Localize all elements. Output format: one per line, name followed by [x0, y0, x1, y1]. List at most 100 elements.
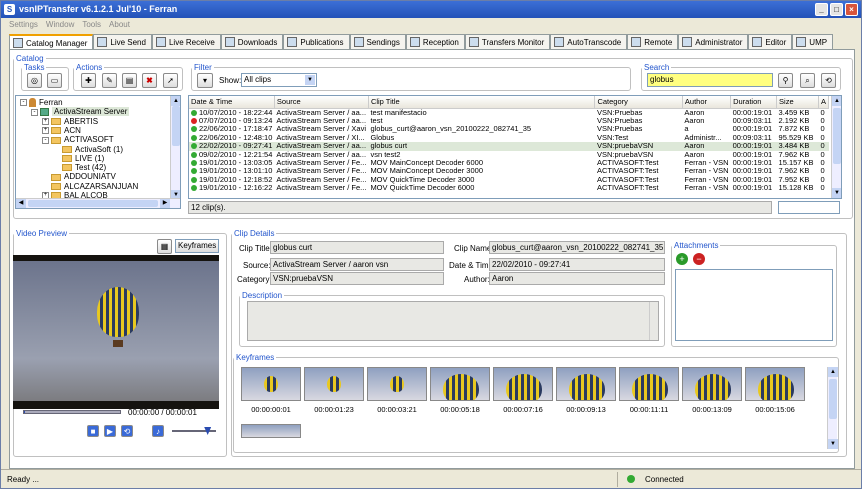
description-scrollbar[interactable]	[649, 302, 658, 340]
tree-scrollbar[interactable]: ▲ ▼	[170, 96, 180, 200]
filter-options-button[interactable]: ▾	[197, 73, 213, 88]
search-button[interactable]: ⚲	[778, 73, 793, 88]
tab-live-receive[interactable]: Live Receive	[151, 34, 221, 49]
keyframes-scrollbar[interactable]: ▲ ▼	[827, 367, 838, 449]
hscroll-thumb[interactable]	[28, 200, 158, 207]
clear-search-button[interactable]: ⟲	[821, 73, 836, 88]
tab-ump[interactable]: UMP	[792, 34, 834, 49]
tree-node[interactable]: ADDOUNIATV	[42, 172, 116, 181]
tree-node[interactable]: ALCAZARSANJUAN	[42, 182, 138, 191]
menu-settings[interactable]: Settings	[9, 18, 38, 31]
menu-about[interactable]: About	[109, 18, 130, 31]
table-row[interactable]: 22/06/2010 - 12:48:10 ActivaStream Server…	[189, 134, 829, 142]
table-row[interactable]: 09/02/2010 - 12:21:54 ActivaStream Server…	[189, 151, 829, 159]
collapse-icon[interactable]: -	[20, 99, 27, 107]
task-refresh-button[interactable]: ◎	[27, 73, 42, 88]
keyframe-thumbnail[interactable]	[493, 367, 553, 401]
column-header[interactable]: A	[818, 96, 830, 109]
send-clip-button[interactable]: ➚	[163, 73, 178, 88]
play-button[interactable]: ▶	[104, 425, 116, 437]
column-header[interactable]: Duration	[730, 96, 778, 109]
keyframe-thumbnail[interactable]	[241, 367, 301, 401]
seek-bar[interactable]	[23, 410, 121, 414]
remove-attachment-button[interactable]: −	[693, 253, 705, 265]
task-view-button[interactable]: ▭	[47, 73, 62, 88]
keyframe-thumbnail[interactable]	[304, 367, 364, 401]
mute-button[interactable]: ♪	[152, 425, 164, 437]
loop-button[interactable]: ⟲	[121, 425, 133, 437]
category-field[interactable]: VSN:pruebaVSN	[270, 272, 444, 285]
scroll-up-icon[interactable]: ▲	[171, 96, 180, 106]
tab-remote[interactable]: Remote	[627, 34, 679, 49]
keyframes-strip[interactable]: 00:00:00:01 00:00:01:23 00:00:03:21 00:00:0…	[233, 363, 829, 438]
kf-scroll-thumb[interactable]	[829, 379, 837, 419]
maximize-button[interactable]: □	[830, 3, 843, 16]
keyframe-thumbnail[interactable]	[556, 367, 616, 401]
tree-node[interactable]: Test (42)	[53, 163, 106, 172]
table-row[interactable]: 22/06/2010 - 17:18:47 ActivaStream Server…	[189, 125, 829, 133]
collapse-icon[interactable]: -	[31, 108, 38, 116]
column-header[interactable]: Size	[776, 96, 819, 109]
tab-autotranscode[interactable]: AutoTranscode	[550, 34, 628, 49]
delete-clip-button[interactable]: ✖	[142, 73, 157, 88]
minimize-button[interactable]: _	[815, 3, 828, 16]
table-row[interactable]: 19/01/2010 - 13:01:10 ActivaStream Server…	[189, 167, 829, 175]
tab-transfers-monitor[interactable]: Transfers Monitor	[464, 34, 551, 49]
tab-downloads[interactable]: Downloads	[220, 34, 284, 49]
snapshot-button[interactable]: ▦	[157, 239, 172, 254]
clip-name-field[interactable]: globus_curt@aaron_vsn_20100222_082741_35	[489, 241, 665, 254]
keyframe-thumbnail[interactable]	[682, 367, 742, 401]
tree-node[interactable]: LIVE (1)	[53, 154, 104, 163]
clips-grid[interactable]: Date & Time Source Clip Title Category Autho…	[188, 95, 842, 199]
tab-live-send[interactable]: Live Send	[93, 34, 152, 49]
grid-scroll-thumb[interactable]	[833, 108, 841, 164]
column-header[interactable]: Category	[594, 96, 683, 109]
catalog-tree[interactable]: - Ferran - ActivaStream Server + ABERTIS + ACN -…	[15, 95, 181, 209]
expand-icon[interactable]: +	[42, 127, 49, 135]
table-row[interactable]: 19/01/2010 - 13:03:05 ActivaStream Server…	[189, 159, 829, 167]
column-header[interactable]: Clip Title	[368, 96, 596, 109]
table-row[interactable]: 22/02/2010 - 09:27:41 ActivaStream Server…	[189, 142, 829, 151]
tree-hscrollbar[interactable]: ◀ ▶	[16, 198, 180, 208]
tree-node[interactable]: - ActivaStream Server	[31, 107, 130, 117]
tree-node[interactable]: ActivaSoft (1)	[53, 145, 123, 154]
table-row[interactable]: 19/01/2010 - 12:18:52 ActivaStream Server…	[189, 176, 829, 184]
keyframe-thumbnail[interactable]	[745, 367, 805, 401]
show-select[interactable]: All clips ▼	[241, 73, 317, 87]
stop-button[interactable]: ■	[87, 425, 99, 437]
edit-clip-button[interactable]: ✎	[102, 73, 117, 88]
scroll-left-icon[interactable]: ◀	[16, 199, 26, 208]
expand-icon[interactable]: +	[42, 117, 49, 125]
tab-reception[interactable]: Reception	[405, 34, 465, 49]
tree-node[interactable]: + ACN	[42, 126, 81, 135]
keyframe-thumbnail[interactable]	[241, 424, 301, 438]
menu-window[interactable]: Window	[46, 18, 74, 31]
grid-scroll-down-icon[interactable]: ▼	[832, 188, 841, 198]
tree-node[interactable]: + ABERTIS	[42, 117, 98, 126]
datetime-field[interactable]: 22/02/2010 - 09:27:41	[489, 258, 665, 271]
video-player[interactable]	[13, 255, 219, 409]
table-row[interactable]: 10/07/2010 - 18:22:44 ActivaStream Server…	[189, 108, 829, 117]
volume-slider[interactable]	[172, 427, 216, 435]
tab-sendings[interactable]: Sendings	[349, 34, 406, 49]
new-clip-button[interactable]: ✚	[81, 73, 96, 88]
tab-editor[interactable]: Editor	[748, 34, 793, 49]
search-input[interactable]: globus	[647, 73, 773, 87]
author-field[interactable]: Aaron	[489, 272, 665, 285]
tab-catalog-manager[interactable]: Catalog Manager	[9, 34, 94, 50]
column-header[interactable]: Date & Time	[189, 96, 275, 109]
kf-scroll-up-icon[interactable]: ▲	[828, 367, 838, 377]
collapse-icon[interactable]: -	[42, 136, 49, 144]
scroll-thumb[interactable]	[172, 106, 180, 146]
properties-button[interactable]: ▤	[122, 73, 137, 88]
add-attachment-button[interactable]: +	[676, 253, 688, 265]
table-row[interactable]: 19/01/2010 - 12:16:22 ActivaStream Server…	[189, 184, 829, 192]
tree-node[interactable]: - ACTIVASOFT	[42, 135, 114, 144]
tab-publications[interactable]: Publications	[283, 34, 350, 49]
keyframe-thumbnail[interactable]	[619, 367, 679, 401]
attachments-list[interactable]	[675, 269, 833, 341]
keyframe-thumbnail[interactable]	[367, 367, 427, 401]
keyframe-thumbnail[interactable]	[430, 367, 490, 401]
clip-title-field[interactable]: globus curt	[270, 241, 444, 254]
scroll-right-icon[interactable]: ▶	[160, 199, 170, 208]
